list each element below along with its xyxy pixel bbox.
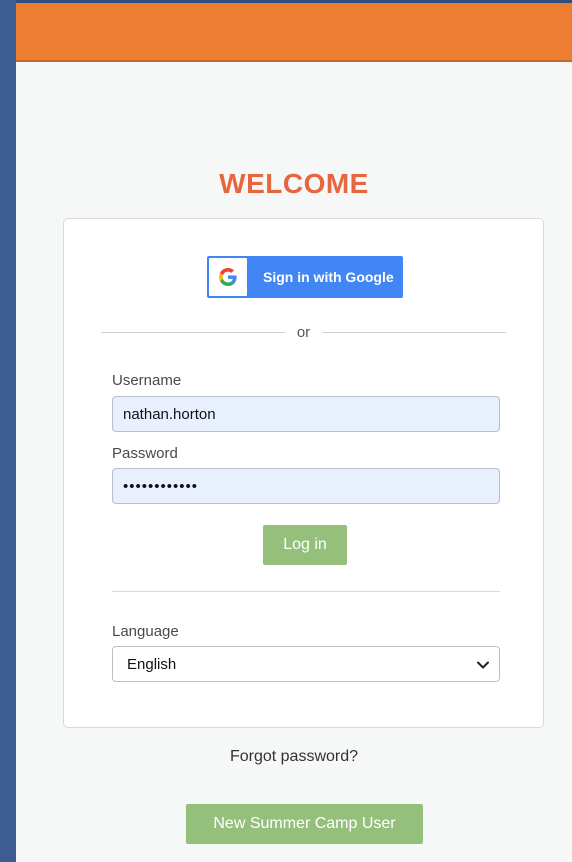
username-input[interactable]	[112, 396, 500, 432]
section-divider	[112, 591, 500, 592]
or-divider: or	[101, 322, 506, 342]
or-text: or	[296, 323, 311, 341]
divider-line-left	[101, 331, 285, 333]
password-input[interactable]	[112, 468, 500, 504]
language-selected-value: English	[127, 655, 177, 673]
header-bar	[16, 0, 572, 62]
divider-line-right	[322, 331, 506, 333]
left-sidebar-strip	[0, 0, 16, 862]
new-summer-camp-user-button[interactable]: New Summer Camp User	[186, 804, 423, 844]
language-select[interactable]: English	[112, 646, 500, 682]
welcome-title: WELCOME	[219, 168, 369, 199]
login-card: Sign in with Google or Username Password…	[63, 218, 544, 728]
google-sign-in-button[interactable]: Sign in with Google	[207, 256, 403, 298]
language-label: Language	[112, 623, 179, 640]
chevron-down-icon	[477, 656, 489, 673]
google-g-icon	[209, 258, 247, 296]
google-sign-in-label: Sign in with Google	[263, 269, 394, 285]
forgot-password-link[interactable]: Forgot password?	[16, 748, 572, 766]
password-label: Password	[112, 445, 178, 462]
login-page: WELCOME Sign in with Google or Username …	[16, 62, 572, 862]
username-label: Username	[112, 372, 182, 389]
login-button[interactable]: Log in	[263, 525, 347, 565]
